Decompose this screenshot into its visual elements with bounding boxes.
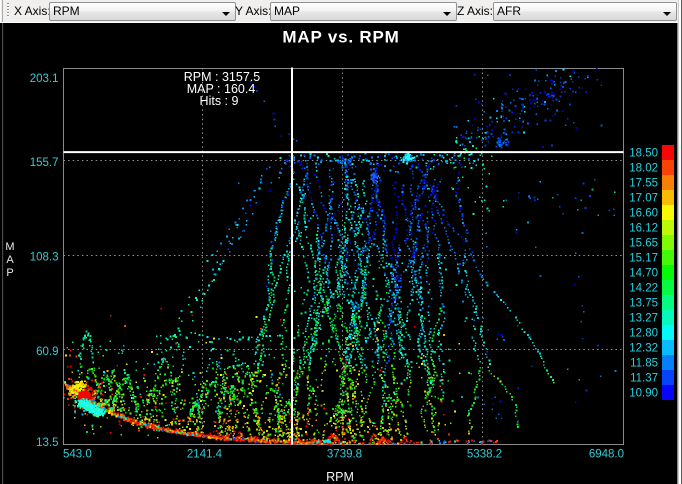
svg-text:12.80: 12.80 [629,328,658,340]
svg-text:203.1: 203.1 [30,73,59,85]
svg-text:14.22: 14.22 [629,283,658,295]
svg-text:16.12: 16.12 [629,223,658,235]
svg-text:6948.0: 6948.0 [589,449,624,461]
svg-text:17.07: 17.07 [629,193,658,205]
svg-text:11.85: 11.85 [630,358,658,370]
svg-text:RPM: RPM [326,470,354,484]
svg-text:11.37: 11.37 [630,373,658,385]
svg-text:P: P [6,267,13,279]
svg-text:3739.8: 3739.8 [327,449,362,461]
svg-text:155.7: 155.7 [30,157,59,169]
svg-text:A: A [6,254,14,266]
svg-text:Hits : 9: Hits : 9 [200,94,239,108]
svg-text:MAP vs. RPM: MAP vs. RPM [282,28,399,47]
svg-text:14.70: 14.70 [629,268,658,280]
svg-text:18.50: 18.50 [629,148,658,160]
svg-text:M: M [5,241,14,253]
svg-text:17.55: 17.55 [629,178,658,190]
svg-text:13.27: 13.27 [629,313,658,325]
svg-text:13.5: 13.5 [36,437,58,449]
svg-text:15.17: 15.17 [629,253,658,265]
svg-text:2141.4: 2141.4 [187,449,223,461]
svg-text:5338.2: 5338.2 [467,449,502,461]
svg-text:60.9: 60.9 [36,346,58,358]
svg-text:108.3: 108.3 [30,252,59,264]
svg-text:12.32: 12.32 [629,343,658,355]
svg-text:15.65: 15.65 [629,238,658,250]
svg-text:16.60: 16.60 [629,208,658,220]
svg-text:13.75: 13.75 [629,298,658,310]
svg-text:543.0: 543.0 [63,449,92,461]
svg-text:10.90: 10.90 [629,388,658,400]
svg-text:18.02: 18.02 [629,163,658,175]
